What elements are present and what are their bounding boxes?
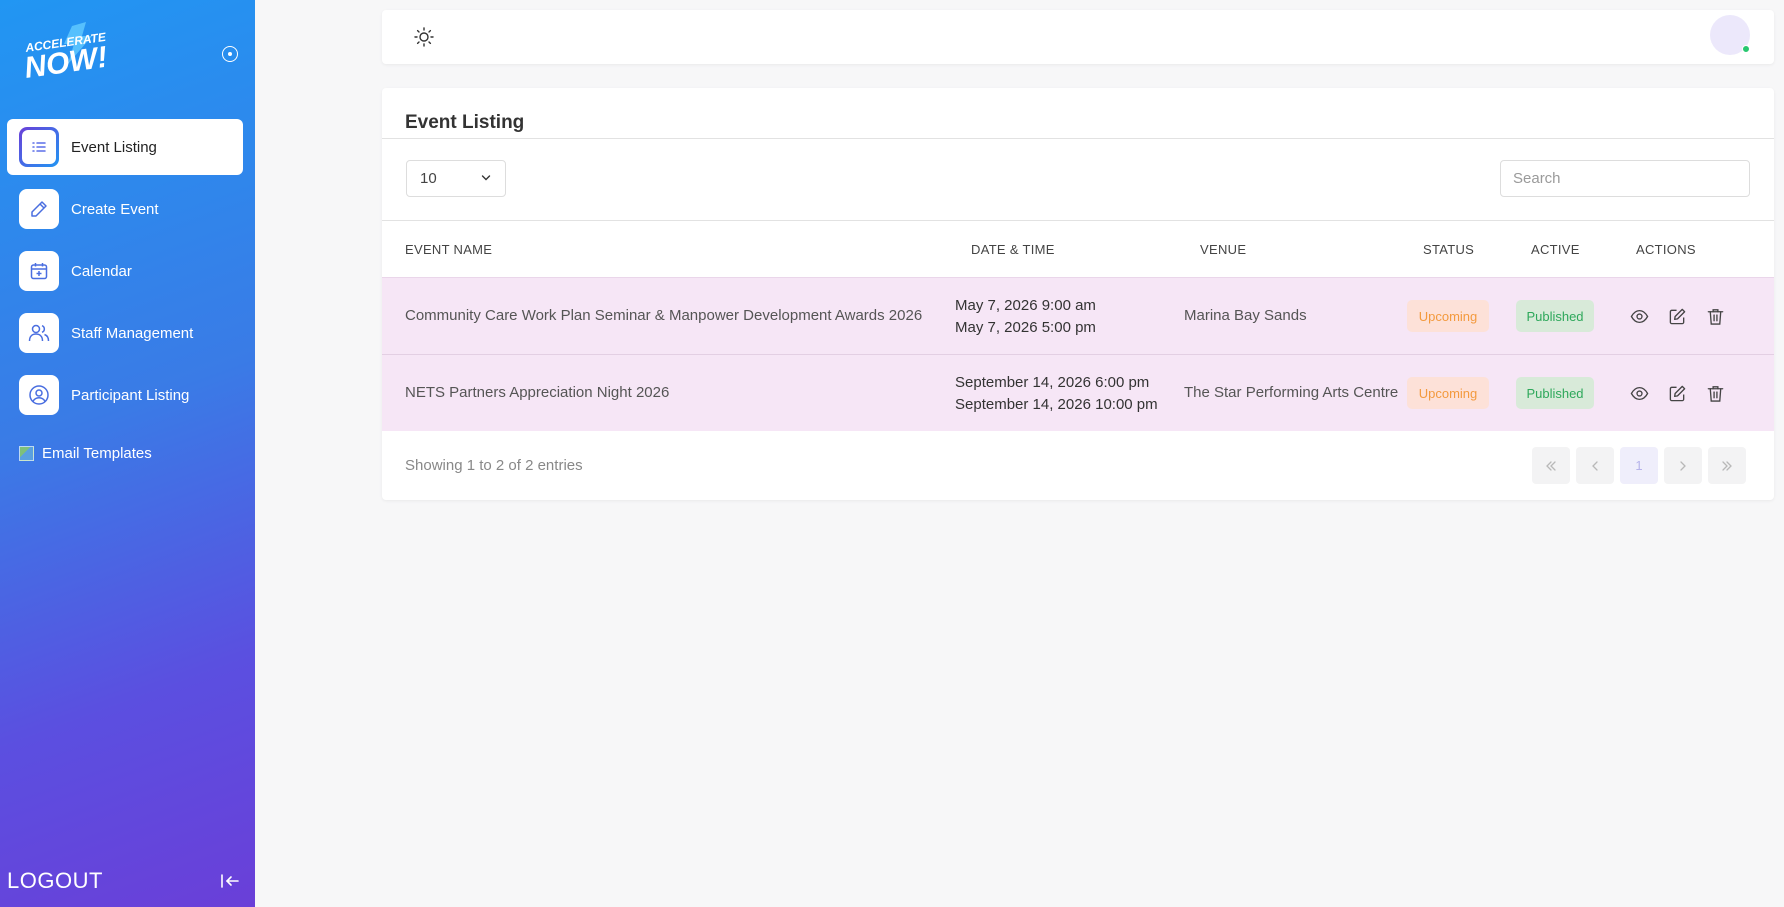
event-datetime: May 7, 2026 9:00 am May 7, 2026 5:00 pm (955, 295, 1096, 339)
event-name: Community Care Work Plan Seminar & Manpo… (405, 307, 923, 324)
chevron-down-icon (481, 175, 491, 181)
event-start: September 14, 2026 6:00 pm (955, 374, 1150, 391)
sun-icon[interactable] (414, 27, 434, 47)
column-header-date-time[interactable]: DATE & TIME (971, 242, 1055, 257)
delete-trash-icon[interactable] (1706, 384, 1725, 403)
event-end: September 14, 2026 10:00 pm (955, 396, 1158, 413)
column-header-event-name[interactable]: EVENT NAME (405, 242, 492, 257)
column-header-status[interactable]: STATUS (1423, 242, 1474, 257)
sidebar: ACCELERATE NOW! Event Listing Create Eve… (0, 0, 255, 907)
broken-image-icon (19, 446, 34, 461)
sidebar-item-participant-listing[interactable]: Participant Listing (7, 367, 243, 423)
divider (382, 220, 1774, 221)
table-row: NETS Partners Appreciation Night 2026 Se… (382, 354, 1774, 431)
edit-icon[interactable] (1668, 307, 1687, 326)
sidebar-item-label: Calendar (71, 262, 132, 280)
double-chevron-left-icon (1546, 460, 1556, 471)
online-status-dot (1742, 45, 1750, 53)
entries-info: Showing 1 to 2 of 2 entries (405, 457, 583, 474)
sidebar-item-create-event[interactable]: Create Event (7, 181, 243, 237)
double-chevron-right-icon (1722, 460, 1732, 471)
page-size-value: 10 (420, 170, 437, 187)
event-end: May 7, 2026 5:00 pm (955, 319, 1096, 336)
view-eye-icon[interactable] (1630, 307, 1649, 326)
avatar[interactable] (1710, 15, 1750, 55)
event-listing-card: Event Listing 10 EVENT NAME DATE & TIME … (382, 88, 1774, 500)
active-badge: Published (1516, 300, 1594, 332)
event-start: May 7, 2026 9:00 am (955, 297, 1096, 314)
topbar (382, 10, 1774, 64)
pencil-icon (19, 189, 59, 229)
pagination-last-button[interactable] (1708, 447, 1746, 484)
page-size-select[interactable]: 10 (406, 160, 506, 197)
pagination-first-button[interactable] (1532, 447, 1570, 484)
sidebar-item-staff-management[interactable]: Staff Management (7, 305, 243, 361)
status-badge: Upcoming (1407, 300, 1489, 332)
sidebar-item-label: Participant Listing (71, 386, 190, 404)
chevron-right-icon (1680, 460, 1686, 471)
accelerate-now-logo[interactable]: ACCELERATE NOW! (24, 22, 114, 84)
search-input[interactable] (1500, 160, 1750, 197)
event-datetime: September 14, 2026 6:00 pm September 14,… (955, 372, 1158, 416)
event-venue: The Star Performing Arts Centre (1184, 384, 1399, 401)
pagination-page-button[interactable]: 1 (1620, 447, 1658, 484)
edit-icon[interactable] (1668, 384, 1687, 403)
chevron-left-icon (1592, 460, 1598, 471)
divider (382, 138, 1774, 139)
sidebar-item-label: Create Event (71, 200, 159, 218)
sidebar-item-calendar[interactable]: Calendar (7, 243, 243, 299)
column-header-actions: ACTIONS (1636, 242, 1696, 257)
column-header-active[interactable]: ACTIVE (1531, 242, 1580, 257)
calendar-icon (19, 251, 59, 291)
event-venue: Marina Bay Sands (1184, 307, 1307, 324)
list-icon (19, 127, 59, 167)
pagination-prev-button[interactable] (1576, 447, 1614, 484)
logout-button[interactable]: LOGOUT (7, 868, 103, 894)
sidebar-item-event-listing[interactable]: Event Listing (7, 119, 243, 175)
user-circle-icon (19, 375, 59, 415)
sidebar-item-email-templates[interactable]: Email Templates (19, 445, 152, 462)
table-row: Community Care Work Plan Seminar & Manpo… (382, 277, 1774, 354)
event-name: NETS Partners Appreciation Night 2026 (405, 384, 670, 401)
sidebar-item-label: Staff Management (71, 324, 194, 342)
delete-trash-icon[interactable] (1706, 307, 1725, 326)
pagination-next-button[interactable] (1664, 447, 1702, 484)
sidebar-item-label: Event Listing (71, 138, 157, 156)
sidebar-item-label: Email Templates (42, 445, 152, 462)
page-title: Event Listing (405, 112, 525, 133)
sidebar-toggle-icon[interactable] (222, 46, 238, 62)
view-eye-icon[interactable] (1630, 384, 1649, 403)
collapse-sidebar-icon[interactable] (220, 872, 240, 890)
column-header-venue[interactable]: VENUE (1200, 242, 1246, 257)
active-badge: Published (1516, 377, 1594, 409)
status-badge: Upcoming (1407, 377, 1489, 409)
users-icon (19, 313, 59, 353)
